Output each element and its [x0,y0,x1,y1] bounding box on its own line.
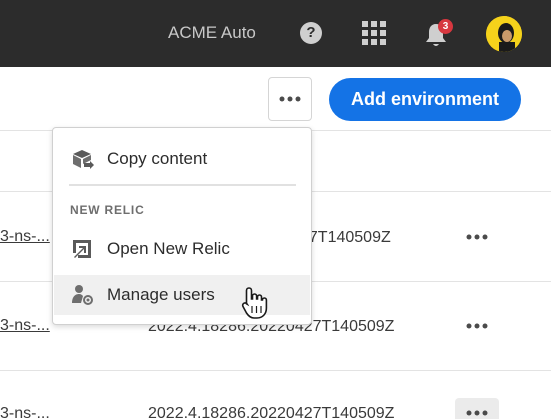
menu-item-label: Copy content [107,149,208,168]
environment-name-link[interactable]: 3-ns-... [0,405,52,419]
open-link-icon [73,240,91,258]
more-icon [279,96,301,102]
avatar[interactable] [486,16,522,52]
help-icon[interactable]: ? [300,22,322,44]
menu-item-manage-users[interactable]: Manage users [54,275,310,315]
add-environment-button[interactable]: Add environment [329,78,521,121]
menu-section-heading: NEW RELIC [70,203,145,217]
more-icon [466,410,488,416]
actions-menu: Copy content NEW RELIC Open New Relic Ma… [52,127,312,325]
notification-badge: 3 [438,19,453,34]
row-more-button[interactable] [455,311,499,341]
menu-item-open-new-relic[interactable]: Open New Relic [54,229,310,269]
top-nav-bar: ACME Auto ? 3 [0,0,551,67]
user-avatar-icon [486,16,522,52]
row-more-button[interactable] [455,222,499,252]
more-icon [466,234,488,240]
environment-name-link[interactable]: 3-ns-... [0,228,52,246]
manage-users-icon [72,285,93,305]
more-icon [466,323,488,329]
environment-name-link[interactable]: 3-ns-... [0,317,52,335]
menu-item-label: Open New Relic [107,239,230,258]
menu-divider [69,184,296,186]
more-actions-button[interactable] [268,77,312,121]
hand-cursor-icon [241,287,268,319]
row-more-button[interactable] [455,398,499,419]
release-version: 2022.4.18286.20220427T140509Z [148,405,395,419]
release-version: 27T140509Z [300,229,391,246]
notifications-button[interactable]: 3 [424,19,453,48]
apps-grid-icon[interactable] [362,21,386,45]
menu-item-copy-content[interactable]: Copy content [54,139,310,179]
org-name[interactable]: ACME Auto [168,23,256,43]
copy-content-icon [73,150,94,169]
menu-item-label: Manage users [107,285,215,304]
table-divider [0,370,551,371]
